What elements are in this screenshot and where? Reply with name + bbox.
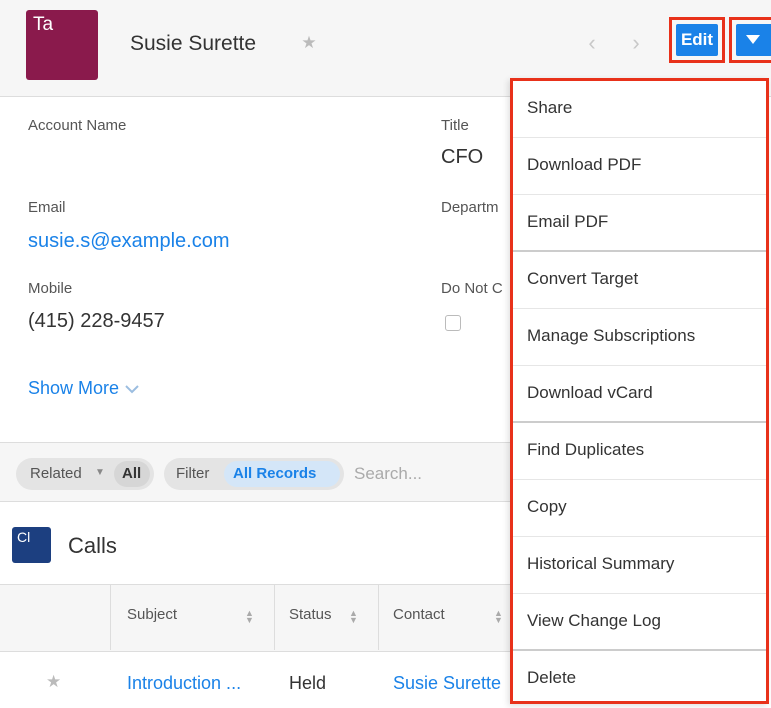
menu-item-download-pdf[interactable]: Download PDF xyxy=(513,138,766,195)
menu-item-convert-target[interactable]: Convert Target xyxy=(513,252,766,309)
search-input[interactable] xyxy=(354,461,504,487)
sort-icon[interactable]: ▲ ▼ xyxy=(349,609,358,625)
call-status: Held xyxy=(289,673,327,693)
menu-item-email-pdf[interactable]: Email PDF xyxy=(513,195,766,252)
menu-item-manage-subscriptions[interactable]: Manage Subscriptions xyxy=(513,309,766,366)
menu-item-find-duplicates[interactable]: Find Duplicates xyxy=(513,423,766,480)
filter-label: Filter xyxy=(176,465,210,482)
title-label: Title xyxy=(441,117,469,134)
all-module-label: All xyxy=(122,465,142,482)
column-header-status[interactable]: Status xyxy=(289,606,332,623)
avatar: Ta xyxy=(26,10,98,80)
sort-icon[interactable]: ▲ ▼ xyxy=(245,609,254,625)
menu-item-view-change-log[interactable]: View Change Log xyxy=(513,594,766,651)
actions-dropdown-menu: Share Download PDF Email PDF Convert Tar… xyxy=(510,78,769,704)
calls-badge-text: Cl xyxy=(17,529,31,545)
edit-button[interactable]: Edit xyxy=(676,24,718,56)
actions-dropdown-button[interactable] xyxy=(736,24,771,56)
do-not-call-checkbox[interactable] xyxy=(445,315,461,331)
page-title: Susie Surette xyxy=(130,32,257,55)
title-value: CFO xyxy=(441,146,484,168)
column-divider xyxy=(274,584,275,650)
avatar-initials: Ta xyxy=(33,14,54,35)
email-link[interactable]: susie.s@example.com xyxy=(28,230,229,253)
mobile-value: (415) 228-9457 xyxy=(28,310,165,332)
caret-down-icon xyxy=(746,35,760,44)
previous-record-chevron-icon[interactable]: ‹ xyxy=(582,30,602,56)
mobile-label: Mobile xyxy=(28,280,73,297)
menu-item-delete[interactable]: Delete xyxy=(513,651,766,708)
menu-item-copy[interactable]: Copy xyxy=(513,480,766,537)
menu-item-share[interactable]: Share xyxy=(513,81,766,138)
do-not-call-label: Do Not C xyxy=(441,280,503,297)
column-header-subject[interactable]: Subject xyxy=(127,606,177,623)
call-subject-link[interactable]: Introduction ... xyxy=(127,673,241,694)
edit-button-highlight: Edit xyxy=(669,17,725,63)
chevron-down-icon xyxy=(125,385,139,394)
actions-dropdown-highlight xyxy=(729,17,771,63)
related-caret-icon: ▼ xyxy=(95,467,105,478)
related-label: Related xyxy=(30,465,82,482)
email-label: Email xyxy=(28,199,66,216)
show-more-link[interactable]: Show More xyxy=(28,378,139,399)
row-favorite-star-icon[interactable]: ★ xyxy=(46,672,61,692)
calls-subpanel-title[interactable]: Calls xyxy=(68,533,117,559)
favorite-star-icon[interactable]: ★ xyxy=(300,34,318,52)
menu-item-download-vcard[interactable]: Download vCard xyxy=(513,366,766,423)
column-divider xyxy=(110,584,111,650)
calls-module-badge: Cl xyxy=(12,527,51,563)
menu-item-historical-summary[interactable]: Historical Summary xyxy=(513,537,766,594)
show-more-label: Show More xyxy=(28,378,120,398)
account-name-label: Account Name xyxy=(28,117,127,134)
call-contact-link[interactable]: Susie Surette xyxy=(393,673,501,694)
column-header-contact[interactable]: Contact xyxy=(393,606,445,623)
next-record-chevron-icon[interactable]: › xyxy=(626,30,646,56)
column-divider xyxy=(378,584,379,650)
sort-icon[interactable]: ▲ ▼ xyxy=(494,609,503,625)
all-records-label: All Records xyxy=(233,465,317,482)
department-label: Departm xyxy=(441,199,499,216)
